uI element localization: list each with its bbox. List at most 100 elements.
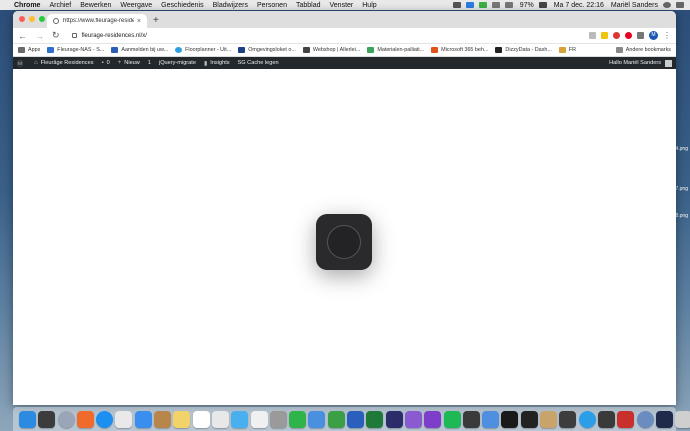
forward-icon[interactable]: → [35, 31, 44, 41]
dock-app-icon[interactable] [443, 410, 461, 428]
menu-app-name[interactable]: Chrome [14, 2, 40, 9]
tab-active[interactable]: https://www.fleurage-residenc... × [47, 14, 147, 28]
admin-new[interactable]: + Nieuw [118, 60, 140, 66]
bookmark-favicon-icon [175, 47, 183, 53]
zoom-window-button[interactable] [39, 16, 45, 22]
dock-app-icon[interactable] [559, 410, 577, 428]
home-icon: ⌂ [34, 60, 38, 66]
close-tab-icon[interactable]: × [137, 18, 141, 25]
lock-icon[interactable] [71, 33, 77, 38]
dock-app-icon[interactable] [308, 410, 326, 428]
menu-bladwijzers[interactable]: Bladwijzers [213, 2, 248, 9]
admin-insights[interactable]: ▮ Insights [204, 60, 230, 67]
bookmark-item[interactable]: FR [558, 47, 576, 53]
dock-app-icon[interactable] [38, 410, 56, 428]
dock-app-icon[interactable] [578, 410, 596, 428]
avatar [665, 59, 672, 67]
menubar-clock[interactable]: Ma 7 dec. 22:16 [554, 2, 604, 9]
dock-app-icon[interactable] [231, 410, 249, 428]
back-icon[interactable]: ← [18, 31, 27, 41]
dock-app-icon[interactable] [462, 410, 480, 428]
tray-dropbox-icon[interactable] [465, 2, 474, 8]
browser-window: https://www.fleurage-residenc... × + ← →… [13, 11, 676, 405]
dock-app-icon[interactable] [115, 410, 133, 428]
bookmark-item[interactable]: Omgevingsloket o... [238, 47, 296, 53]
bookmark-label: Floorplanner - Uit... [185, 47, 232, 53]
dock-app-icon[interactable] [173, 410, 191, 428]
menu-tabblad[interactable]: Tabblad [296, 2, 321, 9]
dock-app-icon[interactable] [424, 410, 442, 428]
battery-icon[interactable] [538, 2, 547, 8]
bookmark-item[interactable]: Materialen-palliati... [367, 47, 424, 53]
dock-app-icon[interactable] [617, 410, 635, 428]
address-bar[interactable]: fleurage-residences.nl/x/ [68, 30, 584, 42]
other-bookmarks[interactable]: Andere bookmarks [615, 47, 671, 53]
menu-hulp[interactable]: Hulp [362, 2, 376, 9]
menu-geschiedenis[interactable]: Geschiedenis [161, 2, 203, 9]
dock-app-icon[interactable] [96, 410, 114, 428]
admin-account[interactable]: Hallo Mariël Sanders [609, 59, 672, 67]
tray-app-icon[interactable] [452, 2, 461, 8]
dock-app-icon[interactable] [289, 410, 307, 428]
dock-app-icon[interactable] [154, 410, 172, 428]
menubar-user[interactable]: Mariël Sanders [611, 2, 658, 9]
admin-jquery-migrate[interactable]: jQuery-migrate [159, 60, 196, 66]
dock-app-icon[interactable] [57, 410, 75, 428]
dock-app-icon[interactable] [76, 410, 94, 428]
admin-comments[interactable]: ▪ 0 [102, 60, 110, 66]
admin-sg-cache[interactable]: SG Cache legen [238, 60, 279, 66]
menu-archief[interactable]: Archief [49, 2, 71, 9]
dock-app-icon[interactable] [211, 410, 229, 428]
dock-app-icon[interactable] [636, 410, 654, 428]
dock-app-icon[interactable] [675, 410, 690, 428]
wordpress-logo-icon[interactable]: Ⓦ [17, 59, 26, 68]
admin-site-name[interactable]: ⌂ Fleurâge Residences [34, 60, 93, 66]
reload-icon[interactable]: ↻ [52, 30, 60, 41]
dock-app-icon[interactable] [366, 410, 384, 428]
control-center-icon[interactable] [676, 2, 684, 8]
dock-app-icon[interactable] [347, 410, 365, 428]
menu-bewerken[interactable]: Bewerken [80, 2, 111, 9]
extensions-puzzle-icon[interactable] [637, 32, 644, 39]
browser-menu-icon[interactable]: ⋮ [663, 31, 671, 40]
tab-strip: https://www.fleurage-residenc... × + [13, 11, 676, 28]
dock-app-icon[interactable] [134, 410, 152, 428]
admin-updates[interactable]: 1 [148, 60, 151, 66]
dock-app-icon[interactable] [501, 410, 519, 428]
bookmark-star-icon[interactable] [601, 32, 608, 39]
bookmark-item[interactable]: Microsoft 365 beh... [431, 47, 488, 53]
bookmark-item[interactable]: Webshop | Allerlei... [302, 47, 360, 53]
dock-app-icon[interactable] [404, 410, 422, 428]
battery-percentage[interactable]: 97% [520, 2, 534, 9]
new-tab-button[interactable]: + [153, 15, 159, 26]
bookmark-item[interactable]: DizzyData - Dash... [495, 47, 552, 53]
search-icon[interactable] [663, 2, 671, 8]
adblock-extension-icon[interactable] [613, 32, 620, 39]
pinterest-extension-icon[interactable] [625, 32, 632, 39]
dock-app-icon[interactable] [327, 410, 345, 428]
dock-app-icon[interactable] [540, 410, 558, 428]
tray-bluetooth-icon[interactable] [491, 2, 500, 8]
profile-avatar[interactable]: M [649, 31, 658, 40]
tray-wifi-icon[interactable] [504, 2, 513, 8]
bookmark-item[interactable]: Floorplanner - Uit... [175, 47, 231, 53]
translate-icon[interactable] [589, 32, 596, 39]
dock-app-icon[interactable] [269, 410, 287, 428]
dock-app-icon[interactable] [482, 410, 500, 428]
tray-whatsapp-icon[interactable] [478, 2, 487, 8]
dock-app-icon[interactable] [385, 410, 403, 428]
bookmark-apps[interactable]: Apps [18, 47, 40, 53]
menu-personen[interactable]: Personen [257, 2, 287, 9]
dock-app-icon[interactable] [19, 410, 36, 428]
bookmark-item[interactable]: Aanmelden bij uw... [111, 47, 168, 53]
menu-weergave[interactable]: Weergave [120, 2, 152, 9]
dock-app-icon[interactable] [250, 410, 268, 428]
dock-app-icon[interactable] [597, 410, 615, 428]
minimize-window-button[interactable] [29, 16, 35, 22]
dock-app-icon[interactable] [655, 410, 673, 428]
menu-venster[interactable]: Venster [330, 2, 354, 9]
dock-app-icon[interactable] [192, 410, 210, 428]
dock-app-icon[interactable] [520, 410, 538, 428]
close-window-button[interactable] [19, 16, 25, 22]
bookmark-item[interactable]: Fleurage-NAS - S... [47, 47, 104, 53]
